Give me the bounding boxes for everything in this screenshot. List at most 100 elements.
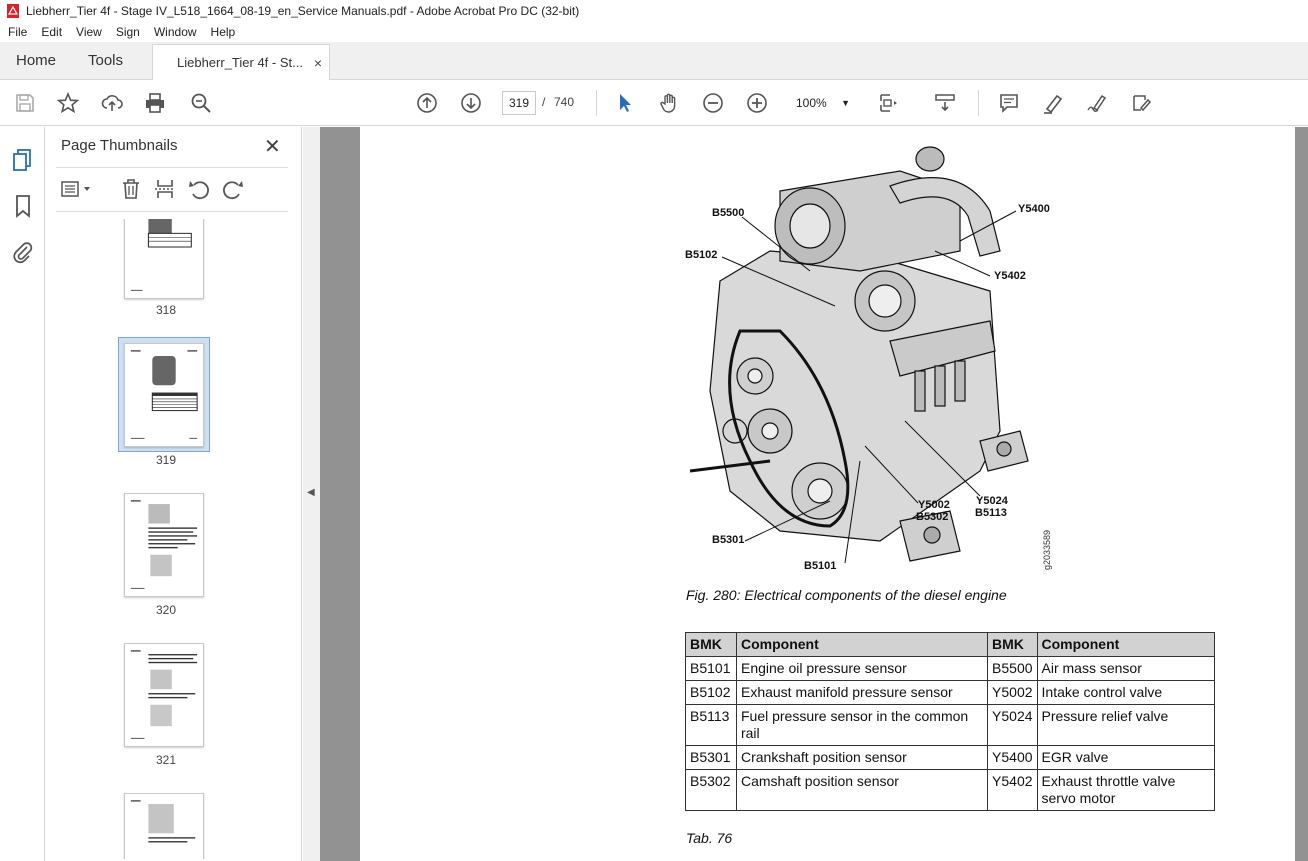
table-row: B5101 Engine oil pressure sensor B5500 A…: [685, 656, 1216, 681]
table-cell: B5113: [685, 704, 737, 746]
table-header: Component: [735, 632, 989, 657]
menu-view[interactable]: View: [68, 25, 108, 39]
hand-icon[interactable]: [656, 90, 682, 116]
tab-document[interactable]: Liebherr_Tier 4f - St... ×: [152, 44, 330, 81]
thumbnail-list: 318 319 320 321: [56, 219, 276, 859]
close-icon[interactable]: ✕: [264, 134, 281, 159]
callout-label: Y5002: [918, 499, 950, 511]
table-caption: Tab. 76: [686, 830, 733, 846]
callout-label: Y5024: [976, 495, 1008, 507]
table-cell: Pressure relief valve: [1036, 704, 1216, 746]
zoom-select[interactable]: 100% ▼: [788, 91, 856, 115]
thumbnail-page[interactable]: [124, 643, 204, 747]
table-cell: B5102: [685, 680, 737, 705]
highlight-icon[interactable]: [1040, 90, 1066, 116]
table-cell: B5302: [685, 769, 737, 811]
thumbnail-page[interactable]: [124, 793, 204, 859]
thumbnail-options-icon[interactable]: [60, 177, 96, 201]
page-total: 740: [554, 95, 575, 109]
menu-help[interactable]: Help: [203, 25, 242, 39]
thumbnail-page-label: 320: [155, 603, 177, 617]
table-row: B5113 Fuel pressure sensor in the common…: [685, 704, 1216, 746]
menu-file[interactable]: File: [0, 25, 33, 39]
attachment-icon[interactable]: [10, 239, 36, 265]
table-cell: EGR valve: [1036, 745, 1216, 770]
insert-page-icon[interactable]: [153, 177, 177, 201]
zoom-search-icon[interactable]: [188, 90, 214, 116]
upload-icon[interactable]: [99, 90, 125, 116]
table-row: B5302 Camshaft position sensor Y5402 Exh…: [685, 769, 1216, 811]
bookmark-icon[interactable]: [10, 193, 36, 219]
zoom-out-icon[interactable]: [700, 90, 726, 116]
page-number-input[interactable]: 319: [502, 91, 536, 115]
zoom-in-icon[interactable]: [744, 90, 770, 116]
table-cell: Exhaust manifold pressure sensor: [735, 680, 989, 705]
table-header: Component: [1036, 632, 1216, 657]
fit-page-icon[interactable]: [876, 90, 902, 116]
table-header: BMK: [685, 632, 737, 657]
page-up-icon[interactable]: [414, 90, 440, 116]
scroll-mode-icon[interactable]: [932, 90, 958, 116]
callout-label: Y5400: [1018, 203, 1050, 215]
rotate-clockwise-icon[interactable]: [221, 177, 245, 201]
table-row: B5102 Exhaust manifold pressure sensor Y…: [685, 680, 1216, 705]
thumbnail-page-label: 319: [155, 453, 177, 467]
rotate-counterclockwise-icon[interactable]: [187, 177, 211, 201]
main-toolbar: 319 / 740 100% ▼: [0, 80, 1308, 126]
title-bar: Liebherr_Tier 4f - Stage IV_L518_1664_08…: [0, 0, 1308, 22]
page-down-icon[interactable]: [458, 90, 484, 116]
pdf-page: B5500 B5102 Y5400 Y5402 Y5002 B5302 Y502…: [360, 127, 1295, 861]
left-navigation-rail: [0, 127, 45, 861]
thumbnail-page[interactable]: [124, 493, 204, 597]
chevron-down-icon: ▼: [841, 98, 850, 108]
table-cell: B5500: [987, 656, 1038, 681]
tab-home[interactable]: Home: [16, 42, 56, 80]
thumbnail-page[interactable]: [124, 219, 204, 299]
print-icon[interactable]: [142, 90, 168, 116]
star-icon[interactable]: [55, 90, 81, 116]
table-header: BMK: [987, 632, 1038, 657]
table-cell: Y5002: [987, 680, 1038, 705]
table-cell: Intake control valve: [1036, 680, 1216, 705]
page-thumbnails-panel: Page Thumbnails ✕ 318 319 320 321: [46, 127, 340, 861]
fill-sign-icon[interactable]: [1128, 90, 1154, 116]
menu-sign[interactable]: Sign: [108, 25, 146, 39]
callout-label: B5500: [712, 207, 745, 219]
select-arrow-icon[interactable]: [612, 90, 638, 116]
engine-illustration: [689, 146, 1029, 564]
table-header-row: BMK Component BMK Component: [685, 632, 1216, 657]
tab-tools[interactable]: Tools: [88, 42, 123, 80]
tab-close-icon[interactable]: ×: [314, 45, 322, 81]
page-thumbnails-icon[interactable]: [10, 147, 36, 173]
thumbnail-page-label: 318: [155, 303, 177, 317]
table-cell: Exhaust throttle valve servo motor: [1036, 769, 1216, 811]
table-cell: Y5400: [987, 745, 1038, 770]
toolbar-divider: [596, 90, 597, 116]
table-cell: Camshaft position sensor: [735, 769, 989, 811]
table-cell: Engine oil pressure sensor: [735, 656, 989, 681]
sign-icon[interactable]: [1084, 90, 1110, 116]
window-title: Liebherr_Tier 4f - Stage IV_L518_1664_08…: [26, 4, 580, 18]
chevron-left-icon: ◀: [307, 487, 315, 498]
table-cell: B5101: [685, 656, 737, 681]
callout-label: B5102: [685, 249, 718, 261]
delete-icon[interactable]: [119, 177, 143, 201]
thumbnail-page-label: 321: [155, 753, 177, 767]
callout-label: Y5402: [994, 270, 1026, 282]
tab-document-label: Liebherr_Tier 4f - St...: [177, 55, 303, 70]
menu-window[interactable]: Window: [146, 25, 203, 39]
comment-icon[interactable]: [996, 90, 1022, 116]
menu-edit[interactable]: Edit: [33, 25, 68, 39]
panel-collapse-handle[interactable]: ◀: [303, 127, 320, 861]
save-icon[interactable]: [12, 90, 38, 116]
panel-title: Page Thumbnails: [61, 137, 178, 154]
callout-label: B5301: [712, 534, 745, 546]
components-table: BMK Component BMK Component B5101 Engine…: [685, 632, 1216, 811]
thumbnail-page-selected[interactable]: [124, 343, 204, 447]
table-cell: Fuel pressure sensor in the common rail: [735, 704, 989, 746]
figure-caption: Fig. 280: Electrical components of the d…: [686, 587, 1007, 603]
panel-divider: [56, 167, 288, 168]
table-cell: Air mass sensor: [1036, 656, 1216, 681]
document-view[interactable]: B5500 B5102 Y5400 Y5402 Y5002 B5302 Y502…: [320, 127, 1308, 861]
callout-label: B5101: [804, 560, 837, 572]
